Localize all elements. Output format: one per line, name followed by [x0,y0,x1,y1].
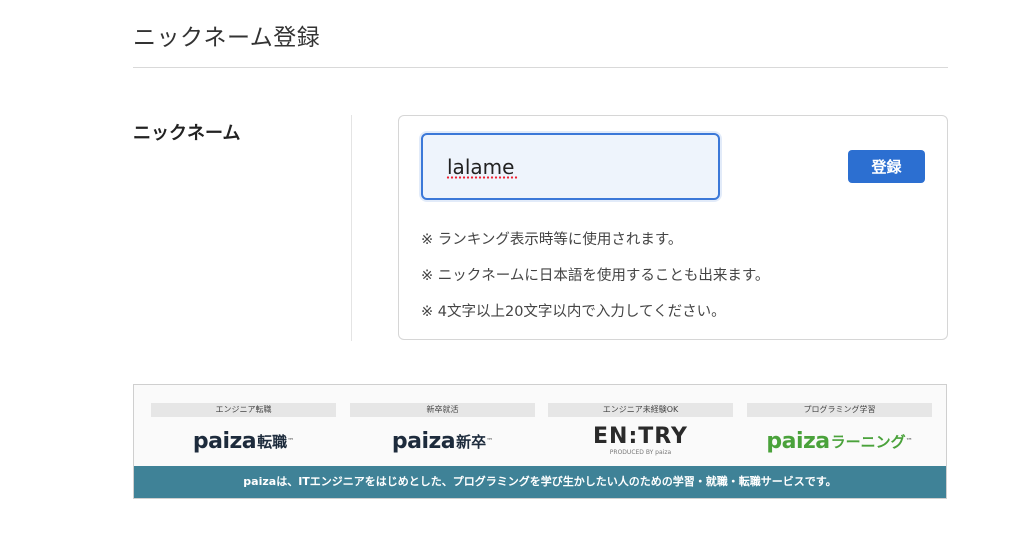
note-usage: ※ ランキング表示時等に使用されます。 [421,232,683,248]
note-japanese: ※ ニックネームに日本語を使用することも出来ます。 [421,268,770,284]
service-shinsotsu[interactable]: 新卒就活 paiza 新卒 ™ [350,385,535,465]
nickname-form-card: 登録 ※ ランキング表示時等に使用されます。 ※ ニックネームに日本語を使用する… [398,115,948,340]
vertical-divider [351,115,352,341]
entry-logo: EN:TRY PRODUCED BY paiza [593,424,688,456]
service-tag: エンジニア転職 [151,403,336,417]
note-length: ※ 4文字以上20文字以内で入力してください。 [421,304,726,320]
service-learning[interactable]: プログラミング学習 paiza ラーニング ™ [747,385,932,465]
paiza-tenshoku-logo: paiza 転職 ™ [192,428,295,454]
service-tag: 新卒就活 [350,403,535,417]
page-title: ニックネーム登録 [133,25,321,51]
service-entry[interactable]: エンジニア未経験OK EN:TRY PRODUCED BY paiza [548,385,733,465]
service-tag: プログラミング学習 [747,403,932,417]
nickname-input[interactable] [421,133,720,200]
banner-footer-text: paizaは、ITエンジニアをはじめとした、プログラミングを学び生かしたい人のた… [134,466,946,498]
paiza-learning-logo: paiza ラーニング ™ [766,428,913,454]
paiza-services-banner[interactable]: エンジニア転職 paiza 転職 ™ 新卒就活 paiza 新卒 ™ エンジニア未経験O… [133,384,947,499]
spellcheck-underline [446,176,518,179]
paiza-shinsotsu-logo: paiza 新卒 ™ [391,428,494,454]
nickname-label: ニックネーム [133,123,241,144]
service-tenshoku[interactable]: エンジニア転職 paiza 転職 ™ [151,385,336,465]
service-tag: エンジニア未経験OK [548,403,733,417]
register-button[interactable]: 登録 [848,150,925,183]
title-divider [133,67,948,68]
